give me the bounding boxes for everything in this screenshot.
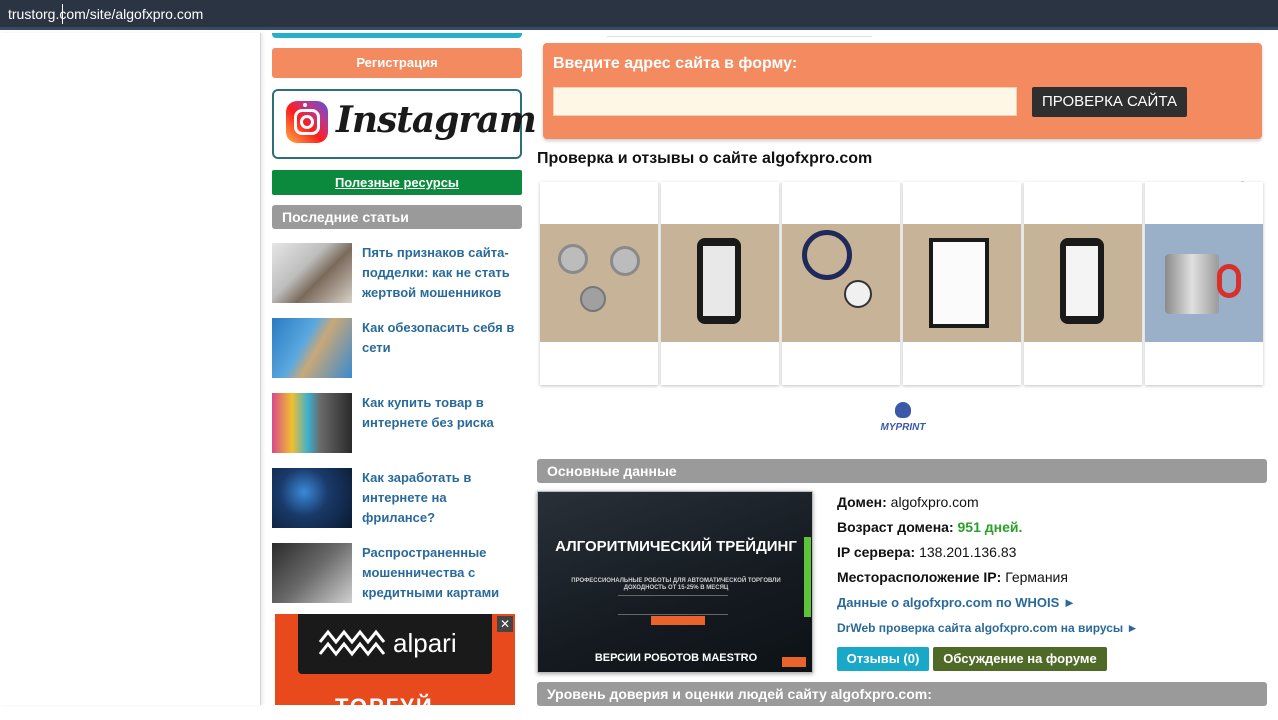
close-icon[interactable]: ✕ bbox=[497, 616, 513, 632]
form-label: Введите адрес сайта в форму: bbox=[553, 55, 798, 72]
domain-value: algofxpro.com bbox=[890, 494, 979, 510]
whois-link[interactable]: Данные о algofxpro.com по WHOIS ► bbox=[837, 595, 1076, 610]
alpari-ad[interactable]: alpari ✕ ТОРГУЙ bbox=[275, 614, 515, 719]
article-title[interactable]: Как заработать в интернете на фрилансе? bbox=[362, 468, 522, 528]
screenshot-badge bbox=[782, 657, 806, 667]
screenshot-subtitle: ПРОФЕССИОНАЛЬНЫЕ РОБОТЫ ДЛЯ АВТОМАТИЧЕСК… bbox=[571, 578, 781, 591]
site-url-input[interactable] bbox=[553, 87, 1017, 116]
tabs-strip bbox=[607, 33, 872, 37]
ad-product[interactable] bbox=[540, 182, 658, 385]
ip-value: 138.201.136.83 bbox=[919, 544, 1017, 560]
address-text[interactable]: trustorg.com/site/algofxpro.com bbox=[8, 6, 203, 22]
main-data-heading: Основные данные bbox=[537, 459, 1267, 483]
domain-age-value: 951 дней. bbox=[957, 519, 1023, 535]
forum-button[interactable]: Обсуждение на форуме bbox=[933, 647, 1107, 671]
product-image[interactable] bbox=[903, 224, 1021, 342]
ad-product[interactable] bbox=[1145, 182, 1263, 385]
product-image[interactable] bbox=[1024, 224, 1142, 342]
screenshot-title: АЛГОРИТМИЧЕСКИЙ ТРЕЙДИНГ bbox=[555, 538, 797, 555]
domain-row: Домен: algofxpro.com bbox=[837, 494, 979, 510]
alpari-tagline: ТОРГУЙ bbox=[335, 694, 434, 719]
article-title[interactable]: Пять признаков сайта-подделки: как не ст… bbox=[362, 243, 522, 303]
left-blank-pane bbox=[0, 33, 261, 705]
sidebar-top-strip bbox=[272, 33, 522, 38]
myprint-logo[interactable]: MYPRINT bbox=[873, 402, 933, 434]
alpari-brand: alpari bbox=[393, 628, 457, 658]
site-screenshot[interactable]: АЛГОРИТМИЧЕСКИЙ ТРЕЙДИНГ ПРОФЕССИОНАЛЬНЫ… bbox=[537, 491, 813, 673]
reviews-button[interactable]: Отзывы (0) bbox=[837, 647, 929, 671]
myprint-logo-icon bbox=[895, 402, 911, 418]
domain-age-row: Возраст домена: 951 дней. bbox=[837, 519, 1022, 535]
instagram-wordmark: Instagram bbox=[336, 99, 537, 141]
article-thumbnail[interactable] bbox=[272, 468, 352, 528]
ip-row: IP сервера: 138.201.136.83 bbox=[837, 544, 1016, 560]
ip-label: IP сервера: bbox=[837, 544, 916, 560]
instagram-banner[interactable]: Instagram bbox=[272, 89, 537, 159]
useful-resources-button[interactable]: Полезные ресурсы bbox=[272, 170, 522, 195]
article-thumbnail[interactable] bbox=[272, 543, 352, 603]
article-title[interactable]: Распространенные мошенничества с кредитн… bbox=[362, 543, 522, 603]
article-item[interactable]: Как купить товар в интернете без риска bbox=[272, 393, 522, 455]
myprint-brand: MYPRINT bbox=[880, 422, 926, 433]
trust-heading: Уровень доверия и оценки людей сайту alg… bbox=[537, 682, 1267, 706]
alpari-logo-icon bbox=[318, 629, 386, 657]
product-image[interactable] bbox=[661, 224, 779, 342]
product-image[interactable] bbox=[540, 224, 658, 342]
alpari-logo-box: alpari bbox=[298, 614, 492, 674]
ad-product[interactable] bbox=[661, 182, 779, 385]
screenshot-footer: ВЕРСИИ РОБОТОВ MAESTRO bbox=[594, 652, 758, 664]
drweb-link[interactable]: DrWeb проверка сайта algofxpro.com на ви… bbox=[837, 621, 1138, 635]
instagram-icon bbox=[286, 101, 328, 143]
location-value: Германия bbox=[1005, 569, 1068, 585]
product-image[interactable] bbox=[1145, 224, 1263, 342]
screenshot-lines bbox=[618, 595, 728, 615]
article-title[interactable]: Как обезопасить себя в сети bbox=[362, 318, 522, 358]
article-item[interactable]: Пять признаков сайта-подделки: как не ст… bbox=[272, 243, 522, 305]
ad-product[interactable] bbox=[782, 182, 900, 385]
article-thumbnail[interactable] bbox=[272, 243, 352, 303]
instagram-icon-dot bbox=[303, 103, 307, 107]
text-caret bbox=[62, 4, 63, 24]
address-bar[interactable]: trustorg.com/site/algofxpro.com bbox=[0, 0, 1278, 30]
domain-label: Домен: bbox=[837, 494, 887, 510]
article-thumbnail[interactable] bbox=[272, 393, 352, 453]
ad-product[interactable] bbox=[903, 182, 1021, 385]
recent-articles-heading: Последние статьи bbox=[272, 205, 522, 229]
location-row: Месторасположение IP: Германия bbox=[837, 569, 1068, 585]
article-thumbnail[interactable] bbox=[272, 318, 352, 378]
location-label: Месторасположение IP: bbox=[837, 569, 1002, 585]
ad-product[interactable] bbox=[1024, 182, 1142, 385]
article-item[interactable]: Как заработать в интернете на фрилансе? bbox=[272, 468, 522, 530]
register-button[interactable]: Регистрация bbox=[272, 48, 522, 78]
site-check-form: Введите адрес сайта в форму: ПРОВЕРКА СА… bbox=[543, 43, 1262, 139]
article-item[interactable]: Как обезопасить себя в сети bbox=[272, 318, 522, 380]
page-title: Проверка и отзывы о сайте algofxpro.com bbox=[537, 150, 873, 167]
article-title[interactable]: Как купить товар в интернете без риска bbox=[362, 393, 522, 433]
article-item[interactable]: Распространенные мошенничества с кредитн… bbox=[272, 543, 522, 605]
screenshot-cta bbox=[651, 616, 705, 625]
check-site-button[interactable]: ПРОВЕРКА САЙТА bbox=[1032, 87, 1187, 117]
product-image[interactable] bbox=[782, 224, 900, 342]
domain-age-label: Возраст домена: bbox=[837, 519, 954, 535]
